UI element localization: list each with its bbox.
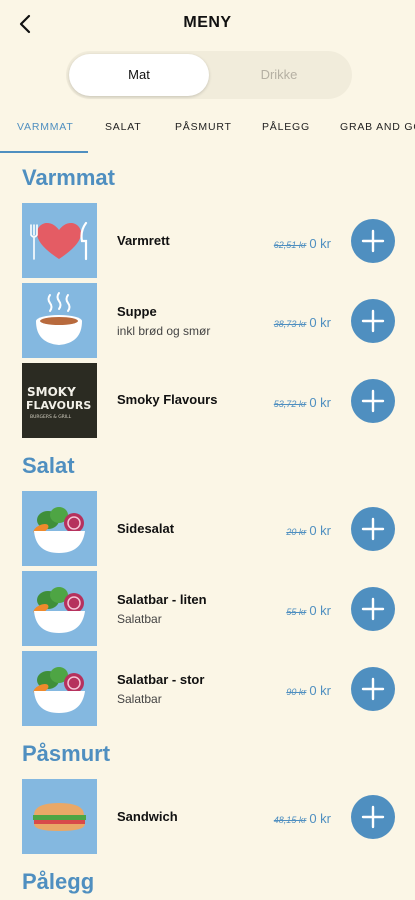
section-title-varmmat: Varmmat — [22, 165, 115, 190]
old-price: 53,72 kr — [273, 399, 307, 409]
item-image — [22, 203, 97, 278]
plus-icon — [361, 309, 385, 333]
plus-icon — [361, 229, 385, 253]
category-segment-control: Mat Drikke — [66, 51, 352, 99]
item-name: Sandwich — [117, 809, 178, 824]
add-button[interactable] — [351, 587, 395, 631]
tab-palegg[interactable]: PÅLEGG — [262, 121, 310, 133]
item-image — [22, 651, 97, 726]
current-price: 0 kr — [309, 236, 331, 251]
item-name: Suppe — [117, 304, 157, 319]
current-price: 0 kr — [309, 523, 331, 538]
tab-varmmat[interactable]: VARMMAT — [17, 121, 74, 133]
top-bar: MENY — [0, 0, 415, 50]
item-description: inkl brød og smør — [117, 324, 211, 338]
current-price: 0 kr — [309, 683, 331, 698]
plus-icon — [361, 389, 385, 413]
item-description: Salatbar — [117, 692, 162, 706]
tab-salat[interactable]: SALAT — [105, 121, 141, 133]
item-name: Salatbar - stor — [117, 672, 205, 687]
item-price: 90 kr 0 kr — [286, 683, 331, 698]
section-title-salat: Salat — [22, 453, 75, 478]
item-image — [22, 571, 97, 646]
heart-cutlery-icon — [30, 221, 88, 261]
item-name: Smoky Flavours — [117, 392, 218, 407]
add-button[interactable] — [351, 507, 395, 551]
add-button[interactable] — [351, 299, 395, 343]
soup-bowl-icon — [36, 292, 82, 345]
current-price: 0 kr — [309, 315, 331, 330]
old-price: 62,51 kr — [273, 240, 307, 250]
section-title-palegg: Pålegg — [22, 869, 95, 894]
svg-text:FLAVOURS: FLAVOURS — [26, 399, 91, 412]
sandwich-icon — [33, 803, 86, 831]
item-name: Salatbar - liten — [117, 592, 207, 607]
tab-pasmurt[interactable]: PÅSMURT — [175, 121, 232, 133]
item-price: 62,51 kr 0 kr — [274, 236, 331, 251]
current-price: 0 kr — [309, 811, 331, 826]
old-price: 20 kr — [286, 527, 307, 537]
current-price: 0 kr — [309, 603, 331, 618]
section-title-pasmurt: Påsmurt — [22, 741, 111, 766]
current-price: 0 kr — [309, 395, 331, 410]
item-price: 55 kr 0 kr — [286, 603, 331, 618]
old-price: 55 kr — [286, 607, 307, 617]
item-name: Varmrett — [117, 233, 170, 248]
old-price: 48,15 kr — [273, 815, 307, 825]
tab-grab-and-go[interactable]: GRAB AND GO — [340, 121, 415, 133]
item-price: 53,72 kr 0 kr — [274, 395, 331, 410]
salad-bowl-icon — [33, 667, 85, 713]
add-button[interactable] — [351, 795, 395, 839]
item-image: SMOKY FLAVOURS BURGERS & GRILL — [22, 363, 97, 438]
add-button[interactable] — [351, 379, 395, 423]
page-title: MENY — [183, 14, 232, 31]
svg-text:SMOKY: SMOKY — [27, 385, 76, 399]
item-image — [22, 283, 97, 358]
item-price: 48,15 kr 0 kr — [274, 811, 331, 826]
add-button[interactable] — [351, 219, 395, 263]
item-price: 38,73 kr 0 kr — [274, 315, 331, 330]
active-tab-indicator — [0, 151, 88, 153]
salad-bowl-icon — [33, 507, 85, 553]
add-button[interactable] — [351, 667, 395, 711]
plus-icon — [361, 677, 385, 701]
section-tabs: VARMMAT SALAT PÅSMURT PÅLEGG GRAB AND GO — [0, 113, 415, 153]
item-image — [22, 779, 97, 854]
old-price: 90 kr — [286, 687, 307, 697]
salad-bowl-icon — [33, 587, 85, 633]
item-description: Salatbar — [117, 612, 162, 626]
segment-drikke[interactable]: Drikke — [209, 54, 349, 96]
plus-icon — [361, 597, 385, 621]
item-image — [22, 491, 97, 566]
item-name: Sidesalat — [117, 521, 175, 536]
svg-text:BURGERS & GRILL: BURGERS & GRILL — [30, 414, 72, 420]
plus-icon — [361, 805, 385, 829]
smoky-flavours-logo: SMOKY FLAVOURS BURGERS & GRILL — [22, 363, 97, 438]
plus-icon — [361, 517, 385, 541]
item-price: 20 kr 0 kr — [286, 523, 331, 538]
segment-mat[interactable]: Mat — [69, 54, 209, 96]
old-price: 38,73 kr — [273, 319, 307, 329]
